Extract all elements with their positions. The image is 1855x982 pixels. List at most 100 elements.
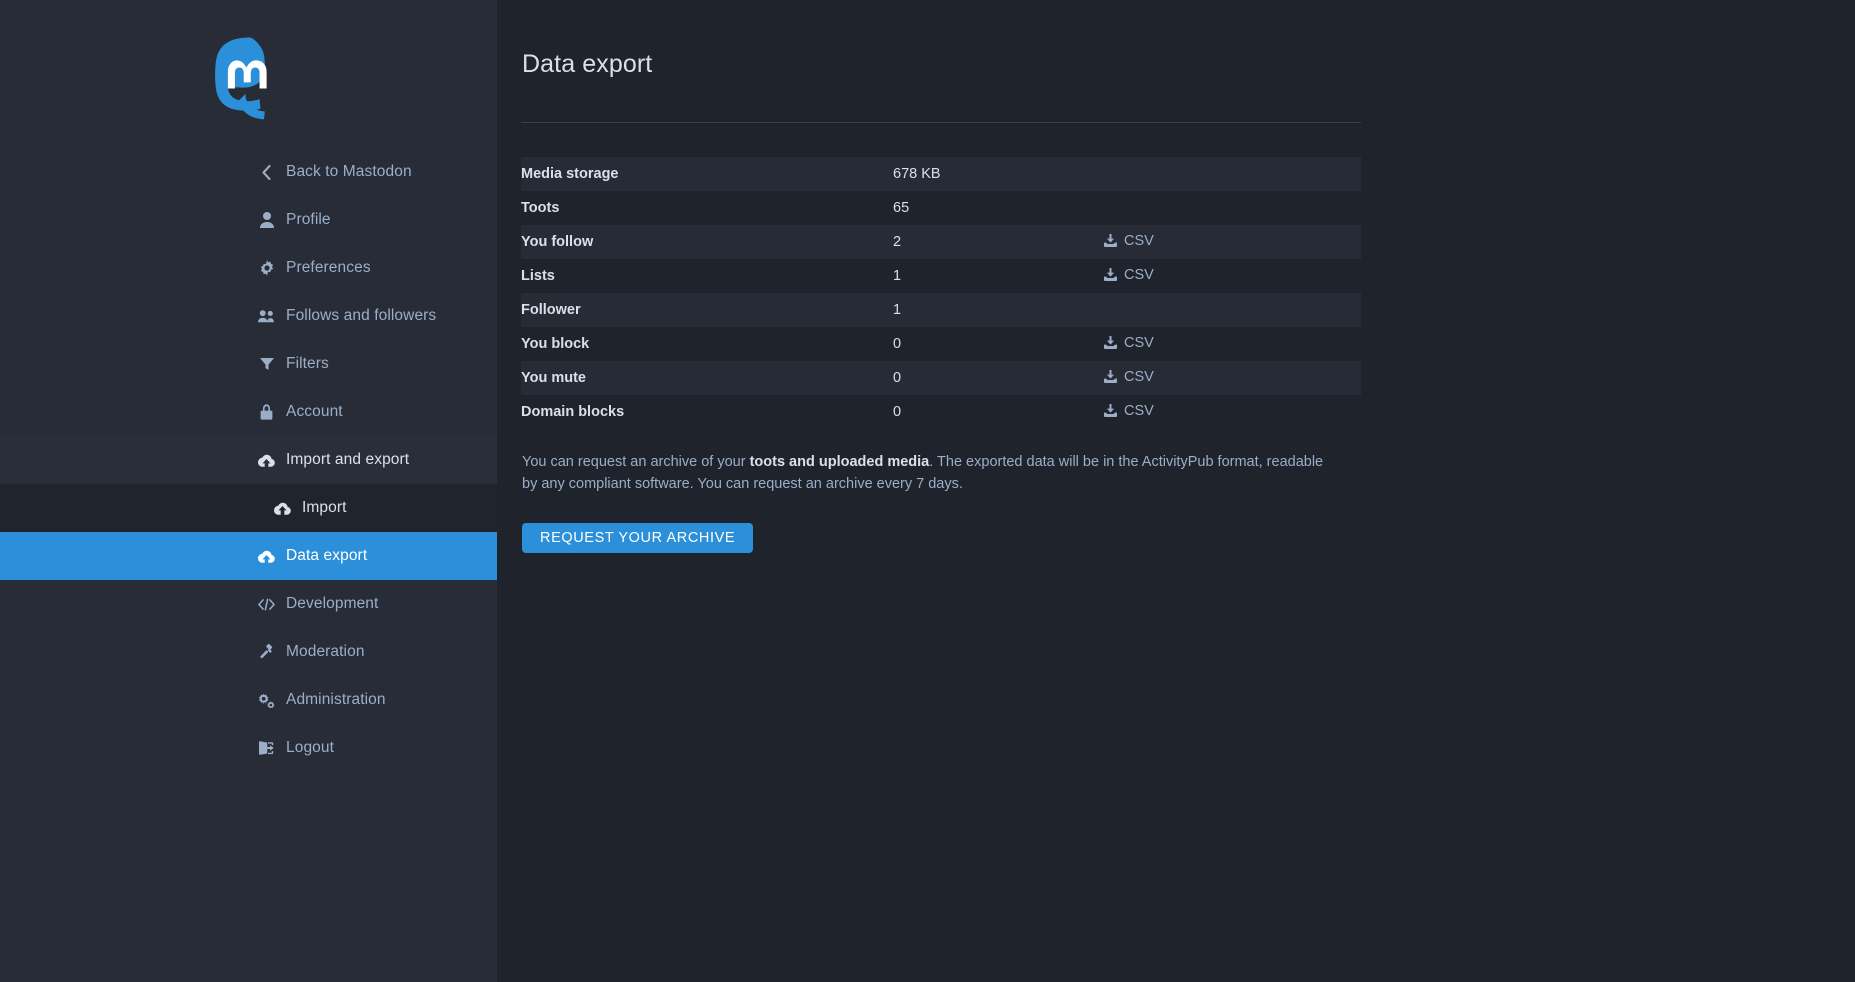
mastodon-logo <box>214 37 267 120</box>
row-label: You follow <box>521 234 594 250</box>
sidebar-item-label: Moderation <box>286 643 365 660</box>
sidebar-item-label: Logout <box>286 739 335 756</box>
download-icon <box>1103 336 1117 350</box>
export-stats-table: Media storage 678 KB Toots 65 You follow… <box>521 157 1361 429</box>
sidebar-item-label: Data export <box>286 547 368 564</box>
export-stats-body: Media storage 678 KB Toots 65 You follow… <box>521 157 1361 429</box>
row-label: Domain blocks <box>521 404 625 420</box>
row-action <box>1103 157 1361 191</box>
logo-container <box>0 0 497 148</box>
row-label: Toots <box>521 200 560 216</box>
lock-icon <box>258 404 275 421</box>
download-icon <box>1103 268 1117 282</box>
settings-page: Back to Mastodon Profile Preferences Fol… <box>0 0 1855 982</box>
sidebar-nav: Back to Mastodon Profile Preferences Fol… <box>0 148 497 772</box>
csv-download-link-domain-blocks[interactable]: CSV <box>1103 403 1154 419</box>
table-row: Toots 65 <box>521 191 1361 225</box>
sidebar-item-administration[interactable]: Administration <box>0 676 497 724</box>
sidebar-item-development[interactable]: Development <box>0 580 497 628</box>
table-row: Lists 1 CSV <box>521 259 1361 293</box>
sidebar-item-account[interactable]: Account <box>0 388 497 436</box>
archive-hint-text: You can request an archive of your toots… <box>521 451 1331 496</box>
download-icon <box>1103 234 1117 248</box>
row-value: 2 <box>893 234 902 250</box>
gear-icon <box>258 260 275 277</box>
title-divider <box>521 122 1361 123</box>
request-archive-button[interactable]: REQUEST YOUR ARCHIVE <box>522 522 754 553</box>
row-label: You mute <box>521 370 586 386</box>
filter-icon <box>258 356 275 373</box>
cloud-download-icon <box>258 548 275 565</box>
table-row: You mute 0 CSV <box>521 361 1361 395</box>
users-icon <box>258 308 275 325</box>
hint-emphasis: toots and uploaded media <box>749 454 930 470</box>
row-action: CSV <box>1103 225 1361 259</box>
csv-download-link-you-block[interactable]: CSV <box>1103 335 1154 351</box>
table-row: Follower 1 <box>521 293 1361 327</box>
csv-download-link-lists[interactable]: CSV <box>1103 267 1154 283</box>
row-action <box>1103 293 1361 327</box>
sidebar-item-label: Administration <box>286 691 386 708</box>
row-action: CSV <box>1103 259 1361 293</box>
chevron-left-icon <box>258 164 275 181</box>
row-action: CSV <box>1103 361 1361 395</box>
cloud-download-icon <box>258 452 275 469</box>
sidebar-item-back-to-mastodon[interactable]: Back to Mastodon <box>0 148 497 196</box>
sign-out-icon <box>258 740 275 757</box>
row-value: 678 KB <box>893 166 941 182</box>
csv-label: CSV <box>1124 266 1154 283</box>
download-icon <box>1103 404 1117 418</box>
table-row: Media storage 678 KB <box>521 157 1361 191</box>
row-value: 1 <box>893 268 902 284</box>
table-row: Domain blocks 0 CSV <box>521 395 1361 429</box>
row-label: You block <box>521 336 590 352</box>
row-label: Lists <box>521 268 555 284</box>
csv-download-link-you-follow[interactable]: CSV <box>1103 233 1154 249</box>
page-title: Data export <box>522 50 653 78</box>
sidebar-item-label: Filters <box>286 355 329 372</box>
sidebar-item-label: Preferences <box>286 259 371 276</box>
hint-part-1: You can request an archive of your <box>522 454 750 470</box>
row-label: Media storage <box>521 166 619 182</box>
sidebar-item-import[interactable]: Import <box>0 484 497 532</box>
row-value: 1 <box>893 302 902 318</box>
row-action <box>1103 191 1361 225</box>
user-icon <box>258 212 275 229</box>
csv-label: CSV <box>1124 368 1154 385</box>
row-value: 0 <box>893 404 902 420</box>
sidebar-item-filters[interactable]: Filters <box>0 340 497 388</box>
sidebar-item-preferences[interactable]: Preferences <box>0 244 497 292</box>
table-row: You follow 2 CSV <box>521 225 1361 259</box>
sidebar-item-label: Import <box>302 499 347 516</box>
sidebar-item-moderation[interactable]: Moderation <box>0 628 497 676</box>
sidebar-item-label: Profile <box>286 211 331 228</box>
sidebar-item-label: Development <box>286 595 379 612</box>
csv-label: CSV <box>1124 334 1154 351</box>
cloud-upload-icon <box>274 500 291 517</box>
sidebar-item-logout[interactable]: Logout <box>0 724 497 772</box>
sidebar-item-profile[interactable]: Profile <box>0 196 497 244</box>
sidebar-nav-list: Back to Mastodon Profile Preferences Fol… <box>0 148 497 772</box>
sidebar: Back to Mastodon Profile Preferences Fol… <box>0 0 497 982</box>
gavel-icon <box>258 644 275 661</box>
row-action: CSV <box>1103 327 1361 361</box>
code-icon <box>258 596 275 613</box>
sidebar-item-import-and-export[interactable]: Import and export <box>0 436 497 484</box>
csv-label: CSV <box>1124 232 1154 249</box>
sidebar-item-label: Back to Mastodon <box>286 163 412 180</box>
content-column: Data export Media storage 678 KB Toots 6… <box>521 0 1361 553</box>
csv-label: CSV <box>1124 402 1154 419</box>
sidebar-item-data-export[interactable]: Data export <box>0 532 497 580</box>
csv-download-link-you-mute[interactable]: CSV <box>1103 369 1154 385</box>
sidebar-item-label: Account <box>286 403 343 420</box>
cogs-icon <box>258 692 275 709</box>
sidebar-item-follows-and-followers[interactable]: Follows and followers <box>0 292 497 340</box>
row-value: 0 <box>893 336 902 352</box>
download-icon <box>1103 370 1117 384</box>
table-row: You block 0 CSV <box>521 327 1361 361</box>
main-content: Data export Media storage 678 KB Toots 6… <box>497 0 1855 982</box>
row-value: 65 <box>893 200 910 216</box>
row-action: CSV <box>1103 395 1361 429</box>
sidebar-item-label: Import and export <box>286 451 410 468</box>
row-label: Follower <box>521 302 581 318</box>
